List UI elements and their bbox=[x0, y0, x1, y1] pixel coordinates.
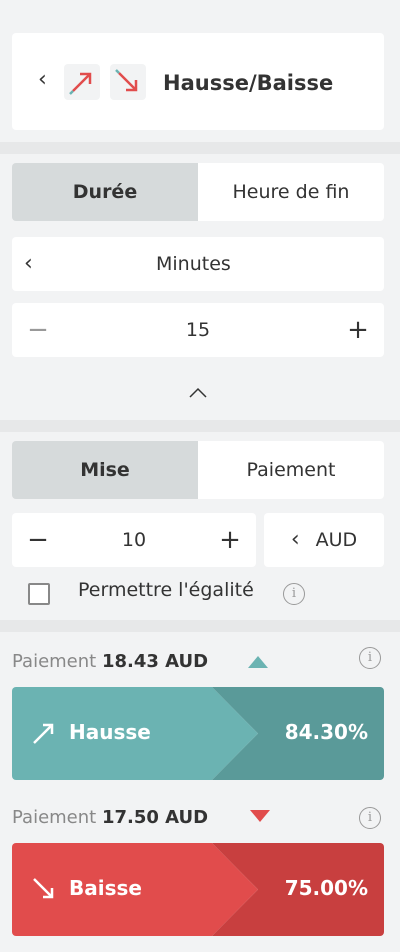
rise-button[interactable]: Hausse 84.30% bbox=[12, 687, 384, 780]
trade-type-selector[interactable]: ‹ Hausse/Baisse bbox=[12, 33, 384, 130]
divider bbox=[0, 420, 400, 432]
allow-equals-checkbox[interactable] bbox=[28, 583, 50, 605]
chevron-up-icon[interactable] bbox=[186, 384, 210, 406]
rise-payout-amount: 18.43 AUD bbox=[101, 651, 209, 672]
tab-duration[interactable]: Durée bbox=[12, 163, 198, 221]
arrow-down-right-icon bbox=[33, 878, 54, 899]
fall-percent: 75.00% bbox=[284, 876, 368, 900]
chevron-left-icon[interactable]: ‹ bbox=[291, 529, 300, 551]
info-icon[interactable]: i bbox=[283, 583, 305, 605]
divider bbox=[0, 142, 400, 154]
allow-equals-label: Permettre l'égalité bbox=[78, 579, 254, 601]
stake-toggle: Mise Paiement bbox=[12, 441, 384, 499]
stake-stepper: − 10 + bbox=[12, 513, 256, 567]
fall-payout: Paiement 17.50 AUD bbox=[12, 807, 208, 828]
arrow-down-right-icon bbox=[110, 64, 146, 100]
tab-stake[interactable]: Mise bbox=[12, 441, 198, 499]
duration-stepper: − 15 + bbox=[12, 303, 384, 357]
fall-label: Baisse bbox=[69, 876, 142, 900]
rise-percent: 84.30% bbox=[284, 720, 368, 744]
tab-payout[interactable]: Paiement bbox=[198, 441, 384, 499]
divider bbox=[0, 620, 400, 632]
minus-button[interactable]: − bbox=[12, 527, 64, 553]
info-icon[interactable]: i bbox=[359, 647, 381, 669]
duration-value[interactable]: 15 bbox=[64, 319, 332, 341]
payout-prefix: Paiement bbox=[12, 807, 97, 828]
minus-button[interactable]: − bbox=[12, 317, 64, 343]
plus-button[interactable]: + bbox=[332, 317, 384, 343]
triangle-up-icon bbox=[248, 656, 268, 668]
arrow-up-right-icon bbox=[64, 64, 100, 100]
chevron-left-icon[interactable]: ‹ bbox=[24, 253, 33, 275]
stake-amount[interactable]: 10 bbox=[64, 529, 204, 551]
rise-payout: Paiement 18.43 AUD bbox=[12, 651, 208, 672]
trade-type-title: Hausse/Baisse bbox=[163, 71, 334, 95]
plus-button[interactable]: + bbox=[204, 527, 256, 553]
triangle-down-icon bbox=[250, 810, 270, 822]
rise-label: Hausse bbox=[69, 720, 151, 744]
payout-prefix: Paiement bbox=[12, 651, 97, 672]
fall-button[interactable]: Baisse 75.00% bbox=[12, 843, 384, 936]
currency-label: AUD bbox=[315, 529, 358, 551]
duration-toggle: Durée Heure de fin bbox=[12, 163, 384, 221]
chevron-left-icon[interactable]: ‹ bbox=[38, 69, 47, 91]
duration-unit-selector[interactable]: ‹ Minutes bbox=[12, 237, 384, 291]
fall-payout-amount: 17.50 AUD bbox=[101, 807, 209, 828]
currency-selector[interactable]: ‹ AUD bbox=[264, 513, 384, 567]
duration-unit: Minutes bbox=[156, 253, 231, 275]
arrow-up-right-icon bbox=[33, 723, 54, 744]
tab-end-time[interactable]: Heure de fin bbox=[198, 163, 384, 221]
info-icon[interactable]: i bbox=[359, 807, 381, 829]
